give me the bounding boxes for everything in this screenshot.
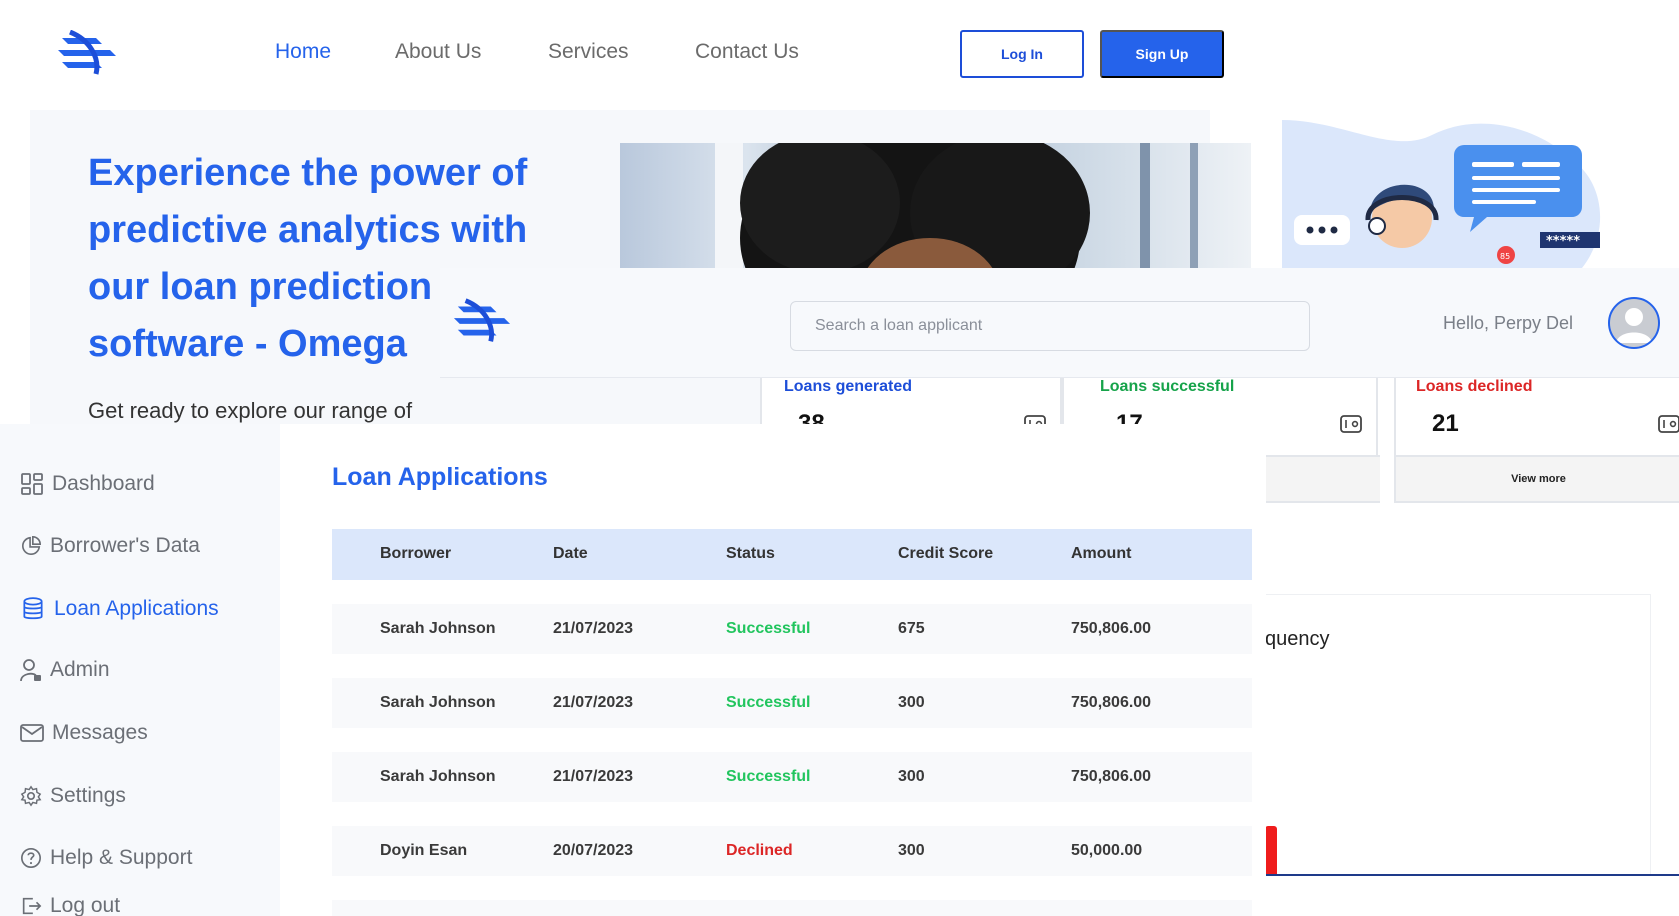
dashboard-icon — [21, 473, 43, 495]
cell-date: 20/07/2023 — [553, 842, 634, 859]
database-icon — [23, 597, 43, 620]
wallet-icon — [1658, 415, 1679, 433]
sidebar-item-label: Loan Applications — [54, 597, 219, 620]
brand-logo-icon[interactable] — [56, 30, 118, 76]
gear-icon — [20, 785, 42, 807]
table-header: Borrower Date Status Credit Score Amount — [332, 529, 1252, 580]
cell-status: Successful — [726, 620, 811, 637]
search-bar — [790, 301, 1310, 351]
cell-date: 21/07/2023 — [553, 768, 634, 785]
sidebar-item-settings[interactable]: Settings — [20, 784, 126, 808]
cell-borrower: Sarah Johnson — [380, 694, 496, 711]
stat-value: 21 — [1432, 410, 1459, 437]
nav-home[interactable]: Home — [275, 40, 331, 64]
page-title: Loan Applications — [332, 463, 548, 491]
cell-amount: 750,806.00 — [1071, 620, 1152, 637]
cell-borrower: Doyin Esan — [380, 842, 468, 859]
cell-status: Successful — [726, 694, 811, 711]
dashboard-logo-icon[interactable] — [452, 298, 512, 344]
support-illustration: ***** 85 — [1282, 120, 1612, 268]
sidebar-item-borrowers-data[interactable]: Borrower's Data — [20, 534, 200, 558]
column-header-credit-score[interactable]: Credit Score — [898, 545, 993, 563]
chart-title-fragment: quency — [1265, 628, 1330, 650]
sidebar-item-label: Dashboard — [52, 472, 155, 495]
cell-borrower: Sarah Johnson — [380, 620, 496, 637]
cell-status: Successful — [726, 768, 811, 785]
wallet-icon — [1340, 415, 1362, 433]
user-greeting: Hello, Perpy Del — [1443, 313, 1574, 333]
nav-about-us[interactable]: About Us — [395, 40, 481, 64]
stat-label: Loans generated — [784, 378, 913, 395]
table-row[interactable]: Sarah Johnson 21/07/2023 Successful 675 … — [332, 604, 1252, 654]
search-input[interactable] — [815, 317, 1309, 335]
logout-icon — [22, 897, 42, 915]
cell-status: Declined — [726, 842, 793, 859]
table-row[interactable]: Doyin Esan 20/07/2023 Declined 300 50,00… — [332, 826, 1252, 876]
stat-label: Loans successful — [1100, 378, 1235, 395]
stat-label: Loans declined — [1416, 378, 1533, 395]
cell-amount: 750,806.00 — [1071, 694, 1152, 711]
column-header-amount[interactable]: Amount — [1071, 545, 1131, 563]
table-row[interactable]: Sarah Johnson 21/07/2023 Successful 300 … — [332, 678, 1252, 728]
column-header-status[interactable]: Status — [726, 545, 775, 563]
cell-borrower: Sarah Johnson — [380, 768, 496, 785]
sidebar-item-label: Admin — [50, 658, 110, 681]
table-row[interactable]: Sarah Johnson 21/07/2023 Successful 300 … — [332, 752, 1252, 802]
sidebar-item-loan-applications[interactable]: Loan Applications — [20, 596, 219, 622]
chart-bar — [1265, 826, 1277, 874]
column-header-date[interactable]: Date — [553, 545, 588, 563]
admin-user-icon — [20, 659, 41, 682]
sidebar-item-label: Messages — [52, 721, 148, 744]
sidebar-item-log-out[interactable]: Log out — [20, 894, 120, 916]
cell-amount: 50,000.00 — [1071, 842, 1143, 859]
cell-amount: 750,806.00 — [1071, 768, 1152, 785]
signup-button[interactable]: Sign Up — [1100, 30, 1224, 78]
sidebar-item-label: Settings — [50, 784, 126, 807]
stat-card-declined: Loans declined 21 View more — [1394, 378, 1679, 503]
nav-services[interactable]: Services — [548, 40, 629, 64]
sidebar-item-label: Log out — [50, 894, 121, 916]
user-avatar[interactable] — [1608, 297, 1660, 349]
sidebar-item-messages[interactable]: Messages — [20, 721, 148, 745]
cell-date: 21/07/2023 — [553, 620, 634, 637]
view-more-button[interactable]: View more — [1396, 455, 1679, 503]
pie-chart-icon — [21, 536, 41, 556]
notification-count: 85 — [1500, 252, 1510, 261]
nav-contact-us[interactable]: Contact Us — [695, 40, 799, 64]
cell-credit-score: 300 — [898, 842, 925, 859]
landing-header — [0, 0, 1679, 110]
sidebar: Dashboard Borrower's Data Loan Applicati… — [0, 424, 280, 916]
chart-x-axis — [1265, 874, 1679, 876]
hero-subtitle: Get ready to explore our range of — [88, 398, 413, 423]
help-icon — [21, 848, 41, 868]
sidebar-item-dashboard[interactable]: Dashboard — [20, 472, 155, 496]
cell-credit-score: 300 — [898, 768, 925, 785]
mail-icon — [20, 724, 44, 742]
sidebar-item-admin[interactable]: Admin — [20, 658, 110, 682]
hero-photo — [620, 143, 1251, 268]
column-header-borrower[interactable]: Borrower — [380, 545, 451, 563]
view-more-label: View more — [1511, 473, 1566, 485]
table-row[interactable] — [332, 900, 1252, 916]
password-badge: ***** — [1546, 234, 1580, 249]
sidebar-item-label: Help & Support — [50, 846, 193, 869]
cell-date: 21/07/2023 — [553, 694, 634, 711]
avatar-person-icon — [1616, 308, 1652, 343]
sidebar-item-label: Borrower's Data — [50, 534, 200, 557]
cell-credit-score: 675 — [898, 620, 925, 637]
login-button[interactable]: Log In — [960, 30, 1084, 78]
sidebar-item-help-support[interactable]: Help & Support — [20, 846, 192, 870]
cell-credit-score: 300 — [898, 694, 925, 711]
